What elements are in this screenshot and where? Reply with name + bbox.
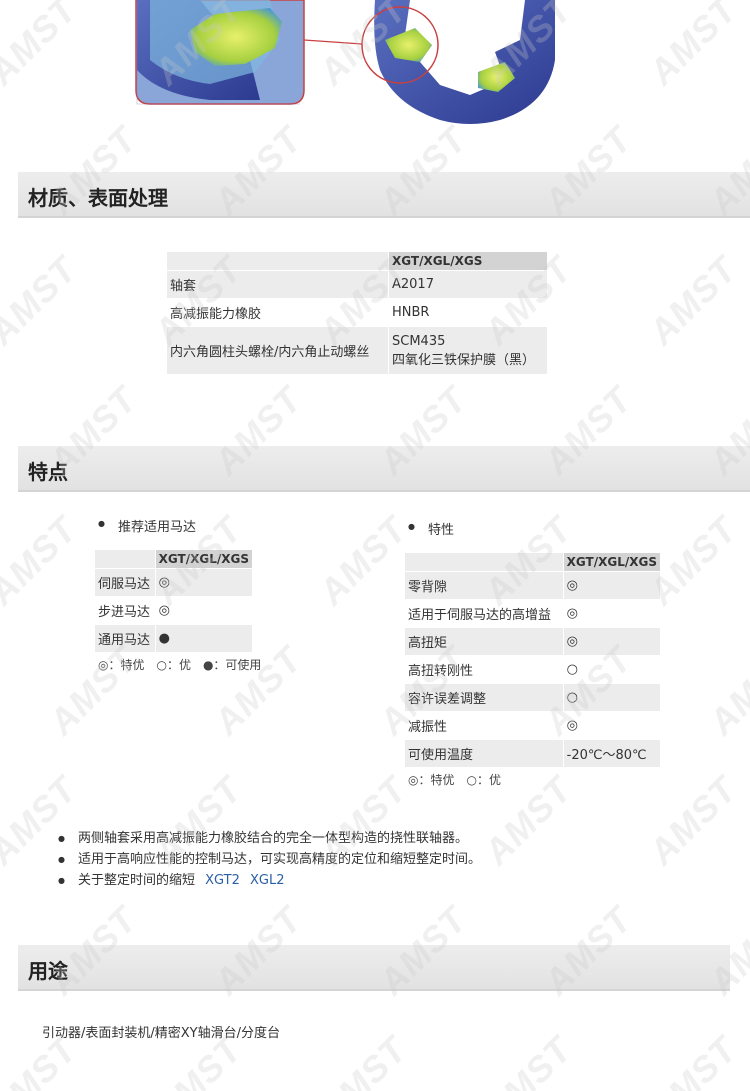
material-cell: SCM435 四氧化三铁保护膜（黑）	[388, 326, 548, 375]
motor-legend: ◎：特优 ○：优 ●：可使用	[98, 658, 262, 672]
link-xgt2[interactable]: XGT2	[205, 873, 240, 888]
motor-label: 伺服马达	[94, 568, 156, 597]
table-row: 零背隙 ◎	[404, 571, 662, 600]
material-cell: A2017	[388, 270, 548, 299]
table-row: 通用马达 ●	[94, 624, 254, 653]
table-row: 轴套 A2017	[166, 270, 548, 299]
part-cell: 高减振能力橡胶	[166, 298, 389, 327]
watermark-logo: AMST	[0, 248, 85, 353]
char-label: 高扭矩	[404, 627, 564, 656]
char-value: ◎	[562, 627, 662, 656]
table-row: 适用于伺服马达的高增益 ◎	[404, 599, 662, 628]
table-row: 可使用温度 -20℃～80℃	[404, 739, 662, 768]
watermark-logo: AMST	[700, 638, 750, 743]
table-row: 内六角圆柱头螺栓/内六角止动螺丝 SCM435 四氧化三铁保护膜（黑）	[166, 326, 548, 375]
watermark-logo: AMST	[475, 1028, 580, 1091]
motor-bullet: 推荐适用马达	[98, 516, 196, 535]
motor-value: ◎	[154, 568, 254, 597]
watermark-logo: AMST	[40, 638, 145, 743]
zoom-callout	[135, 0, 305, 105]
watermark-logo: AMST	[310, 1028, 415, 1091]
motor-label: 步进马达	[94, 596, 156, 625]
section-title: 特点	[28, 460, 68, 484]
characteristics-bullet: 特性	[408, 519, 454, 538]
table-corner	[404, 552, 564, 572]
section-header-usage: 用途	[18, 945, 730, 991]
characteristics-table: XGT/XGL/XGS 零背隙 ◎ 适用于伺服马达的高增益 ◎ 高扭矩 ◎ 高扭…	[404, 552, 662, 768]
feature-list: 两侧轴套采用高减振能力橡胶结合的完全一体型构造的挠性联轴器。 适用于高响应性能的…	[58, 828, 481, 891]
char-label: 高扭转刚性	[404, 655, 564, 684]
coupling-cross-section	[361, 0, 555, 124]
table-row: 高扭转刚性 ○	[404, 655, 662, 684]
table-row: 高扭矩 ◎	[404, 627, 662, 656]
table-header: XGT/XGL/XGS	[154, 549, 254, 569]
table-corner	[166, 251, 389, 271]
part-cell: 轴套	[166, 270, 389, 299]
list-item: 关于整定时间的缩短 XGT2 XGL2	[58, 870, 481, 891]
watermark-layer: AMST AMST AMST AMST AMST AMST AMST AMST AMST AMST…	[0, 0, 750, 1091]
watermark-logo: AMST	[640, 768, 745, 873]
motor-table: XGT/XGL/XGS 伺服马达 ◎ 步进马达 ◎ 通用马达 ●	[94, 549, 254, 653]
motor-value: ●	[154, 624, 254, 653]
char-value: ○	[562, 655, 662, 684]
table-row: 高减振能力橡胶 HNBR	[166, 298, 548, 327]
material-line: 四氧化三铁保护膜（黑）	[392, 352, 536, 368]
table-row: 步进马达 ◎	[94, 596, 254, 625]
watermark-logo: AMST	[640, 248, 745, 353]
list-item-text: 关于整定时间的缩短	[78, 873, 196, 888]
watermark-logo: AMST	[205, 638, 310, 743]
table-header: XGT/XGL/XGS	[562, 552, 662, 572]
usage-text: 引动器/表面封装机/精密XY轴滑台/分度台	[42, 1026, 280, 1041]
char-label: 适用于伺服马达的高增益	[404, 599, 564, 628]
fem-analysis-image	[135, 0, 555, 124]
material-line: SCM435	[392, 333, 446, 349]
motor-value: ◎	[154, 596, 254, 625]
section-title: 材质、表面处理	[28, 186, 168, 210]
table-header: XGT/XGL/XGS	[388, 251, 548, 271]
table-row: 减振性 ◎	[404, 711, 662, 740]
table-corner	[94, 549, 156, 569]
char-label: 可使用温度	[404, 739, 564, 768]
characteristics-legend: ◎：特优 ○：优	[408, 773, 501, 787]
material-table: XGT/XGL/XGS 轴套 A2017 高减振能力橡胶 HNBR 内六角圆柱头…	[166, 251, 548, 375]
char-value: ◎	[562, 571, 662, 600]
watermark-logo: AMST	[0, 508, 85, 613]
char-label: 容许误差调整	[404, 683, 564, 712]
char-value: ◎	[562, 599, 662, 628]
char-label: 减振性	[404, 711, 564, 740]
list-item: 两侧轴套采用高减振能力橡胶结合的完全一体型构造的挠性联轴器。	[58, 828, 481, 849]
char-value: ○	[562, 683, 662, 712]
watermark-logo: AMST	[0, 768, 85, 873]
watermark-logo: AMST	[310, 508, 415, 613]
watermark-logo: AMST	[640, 1028, 745, 1091]
material-cell: HNBR	[388, 298, 548, 327]
table-row: 容许误差调整 ○	[404, 683, 662, 712]
link-xgl2[interactable]: XGL2	[250, 873, 285, 888]
section-title: 用途	[28, 959, 68, 983]
list-item: 适用于高响应性能的控制马达，可实现高精度的定位和缩短整定时间。	[58, 849, 481, 870]
char-value: ◎	[562, 711, 662, 740]
section-header-material: 材质、表面处理	[18, 172, 750, 218]
motor-label: 通用马达	[94, 624, 156, 653]
section-header-features: 特点	[18, 446, 750, 492]
char-value: -20℃～80℃	[562, 739, 662, 768]
table-row: 伺服马达 ◎	[94, 568, 254, 597]
char-label: 零背隙	[404, 571, 564, 600]
part-cell: 内六角圆柱头螺栓/内六角止动螺丝	[166, 326, 389, 375]
